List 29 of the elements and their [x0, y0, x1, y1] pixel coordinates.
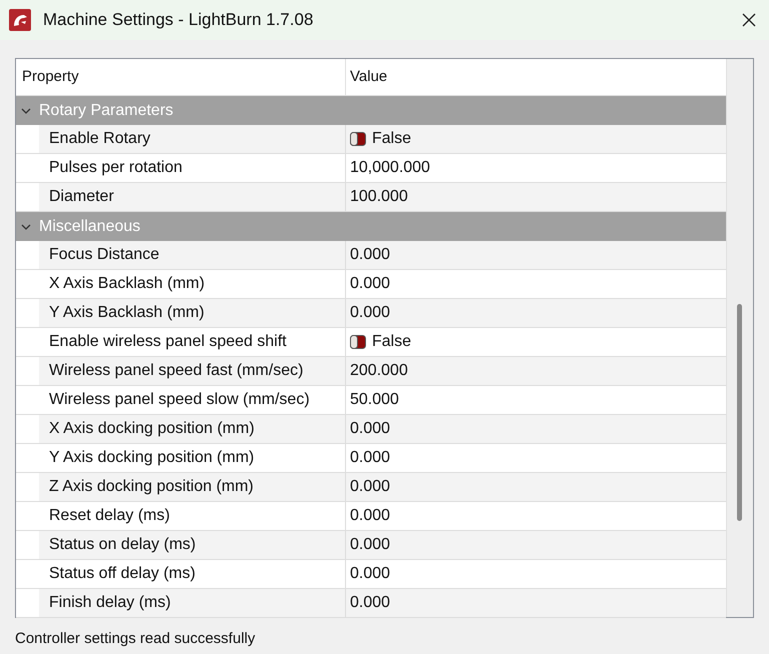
property-cell: Z Axis docking position (mm) [39, 473, 346, 501]
chevron-icon[interactable] [21, 222, 31, 232]
value-cell[interactable]: 200.000 [346, 357, 726, 385]
value-cell[interactable]: 0.000 [346, 473, 726, 501]
dragon-logo-icon [9, 9, 31, 31]
value-cell[interactable]: 0.000 [346, 531, 726, 559]
property-cell: X Axis docking position (mm) [39, 415, 346, 443]
close-icon[interactable] [742, 13, 756, 27]
chevron-icon[interactable] [21, 106, 31, 116]
column-header[interactable]: Property [16, 59, 346, 95]
property-cell: Focus Distance [39, 241, 346, 269]
value-cell[interactable]: False [346, 125, 726, 153]
value-cell[interactable]: 0.000 [346, 241, 726, 269]
property-cell: Enable Rotary [39, 125, 346, 153]
property-cell: Y Axis Backlash (mm) [39, 299, 346, 327]
column-header[interactable]: Value [346, 59, 726, 95]
value-cell[interactable]: 0.000 [346, 299, 726, 327]
property-cell: Diameter [39, 183, 346, 211]
property-cell: Wireless panel speed fast (mm/sec) [39, 357, 346, 385]
value-cell[interactable]: 100.000 [346, 183, 726, 211]
property-cell: Finish delay (ms) [39, 589, 346, 617]
scrollbar-thumb[interactable] [737, 304, 742, 521]
value-cell[interactable]: 0.000 [346, 589, 726, 617]
toggle-icon[interactable] [350, 132, 366, 146]
property-cell: Status on delay (ms) [39, 531, 346, 559]
status-text: Controller settings read successfully [15, 629, 256, 649]
window-title: Machine Settings - LightBurn 1.7.08 [43, 9, 314, 32]
value-cell[interactable]: 0.000 [346, 415, 726, 443]
toggle-icon[interactable] [350, 335, 366, 349]
